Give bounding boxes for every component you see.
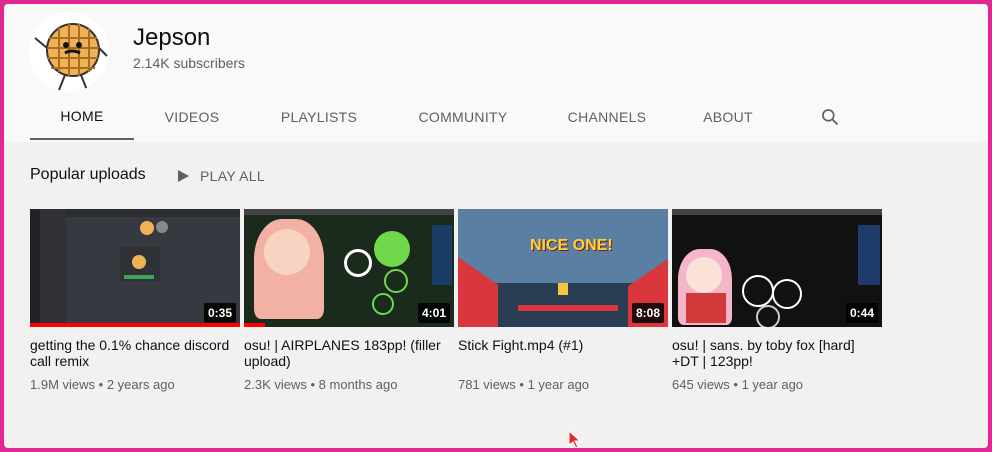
video-duration: 8:08 <box>631 303 664 323</box>
waffle-avatar-icon <box>34 23 108 91</box>
search-button[interactable] <box>800 94 860 140</box>
video-thumbnail[interactable]: NICE ONE! 8:08 <box>458 209 668 327</box>
video-duration: 0:35 <box>203 303 236 323</box>
video-card[interactable]: 0:35 getting the 0.1% chance discord cal… <box>30 209 240 392</box>
video-card[interactable]: 4:01 osu! | AIRPLANES 183pp! (filler upl… <box>244 209 454 392</box>
video-views: 781 views <box>458 377 516 392</box>
video-meta: 645 views • 1 year ago <box>672 377 804 392</box>
video-views: 1.9M views <box>30 377 96 392</box>
video-age: 2 years ago <box>106 377 175 392</box>
channel-header: Jepson 2.14K subscribers HOME VIDEOS PLA… <box>4 4 988 142</box>
play-all-button[interactable]: PLAY ALL <box>176 162 265 190</box>
video-thumbnail[interactable]: 4:01 <box>244 209 454 327</box>
watch-progress <box>244 323 265 327</box>
search-icon <box>822 109 839 126</box>
mouse-cursor-icon <box>568 430 582 448</box>
tab-community[interactable]: COMMUNITY <box>388 94 538 140</box>
video-title[interactable]: Stick Fight.mp4 (#1) <box>458 337 658 369</box>
video-card[interactable]: NICE ONE! 8:08 Stick Fight.mp4 (#1) 781 … <box>458 209 668 392</box>
window-frame: Jepson 2.14K subscribers HOME VIDEOS PLA… <box>2 2 990 450</box>
video-shelf: 0:35 getting the 0.1% chance discord cal… <box>30 209 882 392</box>
watch-progress <box>30 323 240 327</box>
tab-about[interactable]: ABOUT <box>676 94 780 140</box>
video-views: 2.3K views <box>244 377 307 392</box>
video-age: 8 months ago <box>318 377 398 392</box>
tab-playlists[interactable]: PLAYLISTS <box>250 94 388 140</box>
video-meta: 1.9M views • 2 years ago <box>30 377 175 392</box>
video-thumbnail[interactable]: 0:44 <box>672 209 882 327</box>
thumbnail-caption: NICE ONE! <box>530 237 613 254</box>
video-card[interactable]: 0:44 osu! | sans. by toby fox [hard] +DT… <box>672 209 882 392</box>
tab-videos[interactable]: VIDEOS <box>134 94 250 140</box>
video-thumbnail[interactable]: 0:35 <box>30 209 240 327</box>
video-duration: 0:44 <box>845 303 878 323</box>
video-title[interactable]: osu! | sans. by toby fox [hard] +DT | 12… <box>672 337 872 369</box>
video-views: 645 views <box>672 377 730 392</box>
video-age: 1 year ago <box>527 377 590 392</box>
play-icon <box>178 170 189 182</box>
tab-channels[interactable]: CHANNELS <box>538 94 676 140</box>
video-age: 1 year ago <box>741 377 804 392</box>
subscriber-count: 2.14K subscribers <box>133 55 246 71</box>
video-meta: 2.3K views • 8 months ago <box>244 377 398 392</box>
shelf-title: Popular uploads <box>30 166 146 183</box>
play-all-label: PLAY ALL <box>200 168 265 184</box>
video-title[interactable]: osu! | AIRPLANES 183pp! (filler upload) <box>244 337 444 369</box>
video-meta: 781 views • 1 year ago <box>458 377 590 392</box>
avatar[interactable] <box>29 12 109 92</box>
channel-name: Jepson <box>133 24 211 51</box>
video-duration: 4:01 <box>417 303 450 323</box>
channel-tabs: HOME VIDEOS PLAYLISTS COMMUNITY CHANNELS… <box>30 94 860 140</box>
tab-home[interactable]: HOME <box>30 94 134 140</box>
video-title[interactable]: getting the 0.1% chance discord call rem… <box>30 337 230 369</box>
